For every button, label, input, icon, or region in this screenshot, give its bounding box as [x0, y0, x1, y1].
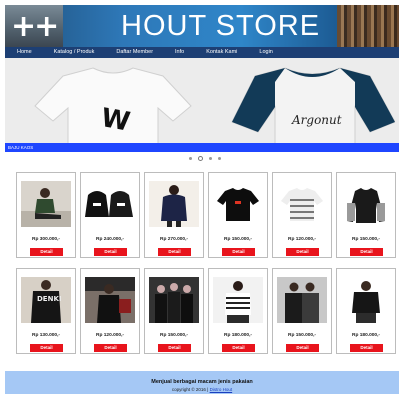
- hero-caption: BAJU KAOS: [8, 145, 34, 150]
- footer-copyright-text: copyright © 2016 |: [171, 387, 209, 392]
- header-banner: ++ HOUT STORE: [5, 5, 399, 47]
- hero-shirt-letter: W: [99, 103, 132, 138]
- product-price: Rp 150.000,-: [160, 333, 188, 338]
- footer-title: Menjual berbagai macam jenis pakaian: [151, 379, 253, 385]
- hero-slider[interactable]: W Argonut: [5, 58, 399, 152]
- product-image[interactable]: [21, 181, 71, 227]
- product-card[interactable]: Rp 120.000,- Detail: [272, 172, 332, 258]
- product-image[interactable]: DENKI: [21, 277, 71, 323]
- footer-link-distro-hout[interactable]: Distro Hout: [210, 387, 233, 392]
- logo-text: ++: [11, 9, 59, 44]
- header-store-photo: [337, 5, 399, 47]
- product-price: Rp 120.000,-: [96, 333, 124, 338]
- product-card[interactable]: Rp 150.000,- Detail: [272, 268, 332, 354]
- detail-button[interactable]: Detail: [30, 344, 63, 352]
- nav-info[interactable]: Info: [175, 47, 184, 58]
- nav-katalog[interactable]: Katalog / Produk: [54, 47, 95, 58]
- product-price: Rp 270.000,-: [160, 237, 188, 242]
- detail-button[interactable]: Detail: [158, 344, 191, 352]
- product-card[interactable]: Rp 180.000,- Detail: [208, 268, 268, 354]
- footer: Menjual berbagai macam jenis pakaian cop…: [5, 371, 399, 394]
- detail-button[interactable]: Detail: [222, 344, 255, 352]
- product-card[interactable]: Rp 180.000,- Detail: [336, 268, 396, 354]
- nav-home[interactable]: Home: [17, 47, 32, 58]
- product-image[interactable]: [213, 181, 263, 227]
- product-card[interactable]: Rp 300.000,- Detail: [16, 172, 76, 258]
- product-image[interactable]: [277, 181, 327, 227]
- product-image[interactable]: [341, 277, 391, 323]
- hero-shirt-white-image: W: [34, 67, 192, 152]
- slider-dot[interactable]: [209, 157, 212, 160]
- hero-shirt-raglan-image: Argonut: [231, 67, 395, 152]
- footer-copyright: copyright © 2016 | Distro Hout: [5, 387, 399, 392]
- product-price: Rp 300.000,-: [32, 237, 60, 242]
- product-card[interactable]: Rp 150.000,- Detail: [144, 268, 204, 354]
- product-price: Rp 150.000,-: [352, 237, 380, 242]
- product-price: Rp 120.000,-: [288, 237, 316, 242]
- product-image[interactable]: [85, 181, 135, 227]
- product-image[interactable]: [277, 277, 327, 323]
- nav-daftar-member[interactable]: Daftar Member: [116, 47, 153, 58]
- detail-button[interactable]: Detail: [286, 344, 319, 352]
- slider-dot-active[interactable]: [198, 156, 203, 161]
- product-price: Rp 240.000,-: [96, 237, 124, 242]
- hero-caption-bar: [5, 143, 399, 152]
- detail-button[interactable]: Detail: [94, 248, 127, 256]
- product-price: Rp 150.000,-: [224, 237, 252, 242]
- product-price: Rp 180.000,-: [352, 333, 380, 338]
- product-card[interactable]: Rp 150.000,- Detail: [336, 172, 396, 258]
- detail-button[interactable]: Detail: [222, 248, 255, 256]
- product-card[interactable]: Rp 240.000,- Detail: [80, 172, 140, 258]
- product-price: Rp 130.000,-: [32, 333, 60, 338]
- product-image[interactable]: [341, 181, 391, 227]
- product-image[interactable]: [85, 277, 135, 323]
- detail-button[interactable]: Detail: [30, 248, 63, 256]
- nav-kontak-kami[interactable]: Kontak Kami: [206, 47, 237, 58]
- hero-shirt-script: Argonut: [291, 113, 342, 127]
- product-price: Rp 180.000,-: [224, 333, 252, 338]
- slider-dot[interactable]: [218, 157, 221, 160]
- slider-dot[interactable]: [189, 157, 192, 160]
- product-price: Rp 150.000,-: [288, 333, 316, 338]
- detail-button[interactable]: Detail: [350, 248, 383, 256]
- product-image[interactable]: [213, 277, 263, 323]
- product-card[interactable]: Rp 120.000,- Detail: [80, 268, 140, 354]
- detail-button[interactable]: Detail: [286, 248, 319, 256]
- product-card[interactable]: Rp 150.000,- Detail: [208, 172, 268, 258]
- detail-button[interactable]: Detail: [350, 344, 383, 352]
- product-card[interactable]: Rp 270.000,- Detail: [144, 172, 204, 258]
- product-image[interactable]: [149, 277, 199, 323]
- logo[interactable]: ++: [5, 5, 63, 47]
- product-image[interactable]: [149, 181, 199, 227]
- detail-button[interactable]: Detail: [94, 344, 127, 352]
- main-nav: Home Katalog / Produk Daftar Member Info…: [5, 47, 399, 58]
- nav-login[interactable]: Login: [259, 47, 272, 58]
- slider-dots: [189, 156, 221, 161]
- product-card[interactable]: DENKI Rp 130.000,- Detail: [16, 268, 76, 354]
- detail-button[interactable]: Detail: [158, 248, 191, 256]
- svg-text:DENKI: DENKI: [37, 295, 61, 303]
- store-title: HOUT STORE: [121, 10, 321, 42]
